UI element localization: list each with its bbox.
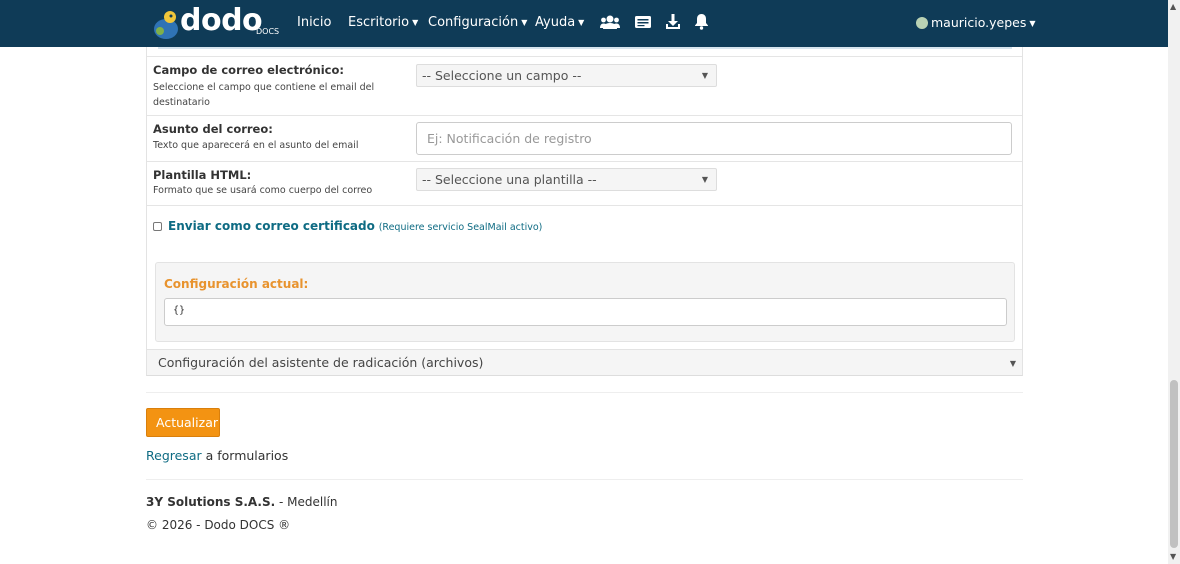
template-selected: -- Seleccione una plantilla --	[422, 172, 597, 187]
email-field-select[interactable]: -- Seleccione un campo -- ▼	[416, 64, 717, 87]
current-config-value: {}	[164, 298, 1007, 326]
users-icon[interactable]	[600, 13, 620, 35]
footer-copyright: © 2026 - Dodo DOCS ®	[146, 518, 291, 532]
back-link[interactable]: Regresar	[146, 448, 202, 463]
caret-down-icon: ▼	[578, 18, 585, 27]
template-help: Formato que se usará como cuerpo del cor…	[153, 185, 373, 196]
scrollbar-thumb[interactable]	[1170, 380, 1178, 548]
messages-icon[interactable]	[634, 13, 652, 35]
vertical-scrollbar[interactable]: ▲ ▼	[1168, 0, 1180, 564]
dropdown-arrow-icon: ▼	[1009, 359, 1016, 368]
nav-ayuda[interactable]: Ayuda ▼	[535, 15, 584, 30]
avatar	[916, 17, 928, 29]
email-field-help: Seleccione el campo que contiene el emai…	[153, 82, 375, 93]
subject-label: Asunto del correo:	[153, 122, 273, 136]
user-name: mauricio.yepes	[931, 15, 1027, 30]
bell-icon[interactable]	[694, 13, 709, 34]
divider	[146, 479, 1023, 480]
caret-down-icon: ▼	[412, 18, 419, 27]
logo-subtext: DOCS	[256, 27, 280, 36]
wizard-config-select[interactable]: Configuración del asistente de radicació…	[147, 349, 1022, 375]
logo-wordmark: dodo	[180, 3, 263, 38]
template-row: Plantilla HTML: Formato que se usará com…	[147, 162, 1022, 206]
footer-city: - Medellín	[275, 495, 338, 509]
nav-escritorio-label: Escritorio	[348, 15, 410, 30]
certified-checkbox[interactable]	[153, 222, 162, 231]
current-config-title: Configuración actual:	[164, 277, 309, 291]
certified-option: Enviar como correo certificado (Requiere…	[153, 219, 542, 233]
download-icon[interactable]	[665, 13, 681, 35]
top-navbar: dodo DOCS Inicio Escritorio ▼ Configuraci…	[0, 0, 1168, 47]
subject-placeholder: Ej: Notificación de registro	[427, 131, 592, 146]
scroll-down-icon[interactable]: ▼	[1170, 552, 1176, 561]
current-config-box: Configuración actual: {}	[155, 262, 1015, 342]
user-menu[interactable]: mauricio.yepes ▼	[916, 15, 1036, 30]
caret-down-icon: ▼	[521, 18, 528, 27]
email-config-panel: Campo de correo electrónico: Seleccione …	[146, 47, 1023, 376]
scroll-up-icon[interactable]: ▲	[1170, 2, 1176, 11]
update-button[interactable]: Actualizar	[146, 408, 220, 437]
caret-down-icon: ▼	[1029, 19, 1036, 28]
subject-row: Asunto del correo: Texto que aparecerá e…	[147, 116, 1022, 162]
template-label: Plantilla HTML:	[153, 168, 252, 182]
subject-input[interactable]: Ej: Notificación de registro	[416, 122, 1012, 155]
footer-company-line: 3Y Solutions S.A.S. - Medellín	[146, 495, 338, 509]
divider	[146, 392, 1023, 393]
nav-escritorio[interactable]: Escritorio ▼	[348, 15, 418, 30]
dodo-logo[interactable]: dodo DOCS	[152, 3, 280, 41]
certified-label[interactable]: Enviar como correo certificado	[168, 219, 375, 233]
email-field-selected: -- Seleccione un campo --	[422, 68, 582, 83]
dropdown-arrow-icon: ▼	[701, 71, 708, 80]
back-line: Regresar a formularios	[146, 448, 288, 463]
nav-inicio[interactable]: Inicio	[297, 15, 331, 30]
email-field-row: Campo de correo electrónico: Seleccione …	[147, 56, 1022, 116]
page: dodo DOCS Inicio Escritorio ▼ Configuraci…	[0, 0, 1180, 564]
template-select[interactable]: -- Seleccione una plantilla -- ▼	[416, 168, 717, 191]
dropdown-arrow-icon: ▼	[701, 175, 708, 184]
nav-configuracion[interactable]: Configuración ▼	[428, 15, 527, 30]
email-field-help-cont: destinatario	[153, 97, 210, 108]
email-field-label: Campo de correo electrónico:	[153, 63, 344, 77]
nav-ayuda-label: Ayuda	[535, 15, 576, 30]
wizard-config-label: Configuración del asistente de radicació…	[158, 355, 484, 370]
nav-configuracion-label: Configuración	[428, 15, 519, 30]
certified-note: (Requiere servicio SealMail activo)	[378, 222, 543, 233]
dodo-bird-icon	[154, 11, 178, 39]
back-text: a formularios	[201, 448, 289, 463]
subject-help: Texto que aparecerá en el asunto del ema…	[153, 140, 359, 151]
footer-company: 3Y Solutions S.A.S.	[146, 495, 276, 509]
